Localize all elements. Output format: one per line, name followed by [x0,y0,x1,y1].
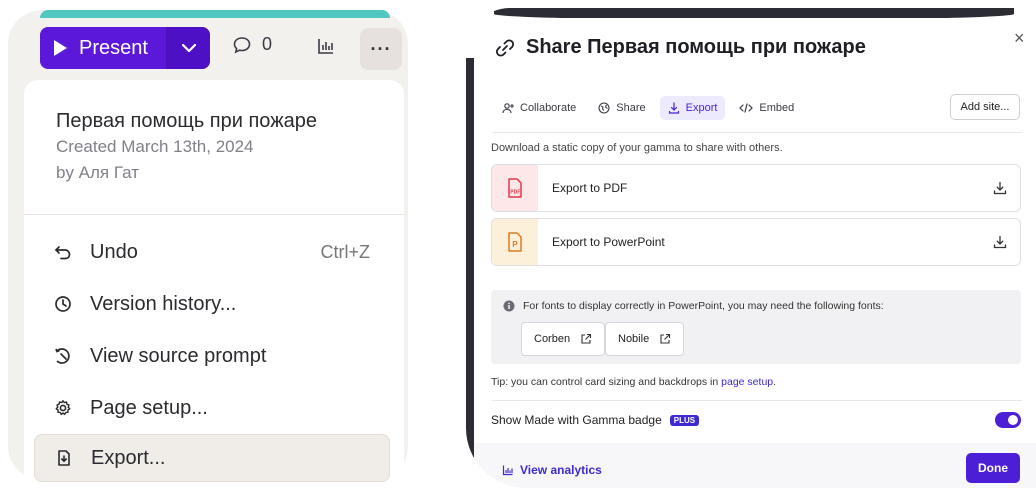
export-powerpoint-row[interactable]: P Export to PowerPoint [491,218,1021,266]
add-site-button[interactable]: Add site... [950,94,1020,120]
divider [492,132,1022,133]
external-link-icon [581,333,592,344]
present-label: Present [79,36,148,59]
export-file-icon [53,449,75,467]
add-user-icon [502,103,514,114]
fonts-notice: For fonts to display correctly in PowerP… [491,290,1021,364]
dialog-footer: View analytics Done [474,443,1036,488]
tip-prefix: Tip: you can control card sizing and bac… [491,376,722,388]
document-title: Первая помощь при пожаре [56,110,317,132]
more-button[interactable]: ··· [360,28,402,70]
menu-item-undo[interactable]: Undo Ctrl+Z [34,228,390,276]
tab-label: Collaborate [520,102,577,114]
document-menu: Первая помощь при пожаре Created March 1… [24,80,404,488]
tip-suffix: . [773,376,777,388]
gamma-badge-setting: Show Made with Gamma badge PLUS [491,412,1021,428]
tab-collaborate[interactable]: Collaborate [494,96,584,120]
left-panel: Present 0 ··· Первая помощь при пожаре C… [0,0,420,488]
svg-text:PDF: PDF [510,190,520,196]
document-created-date: Created March 13th, 2024 [56,137,254,156]
globe-icon [598,102,610,114]
share-dialog: Share Первая помощь при пожаре × Collabo… [474,18,1036,488]
view-analytics-label: View analytics [520,463,602,477]
font-name: Nobile [618,333,650,345]
pdf-file-icon: PDF [508,178,522,198]
download-icon [980,181,1020,195]
export-powerpoint-label: Export to PowerPoint [552,235,665,249]
undo-icon [52,243,74,261]
backdrop-edge-left [466,58,474,458]
comments-button[interactable]: 0 [232,34,272,55]
history-wand-icon [52,347,74,365]
download-icon [980,235,1020,249]
more-icon: ··· [370,38,392,59]
toolbar: Present 0 ··· [0,24,420,72]
menu-item-export[interactable]: Export... [34,434,390,482]
menu-divider [24,214,404,215]
badge-label: Show Made with Gamma badge [491,413,662,427]
share-modal: Share Первая помощь при пожаре × Collabo… [466,8,1036,488]
gear-icon [52,399,74,417]
menu-item-label: View source prompt [90,344,267,367]
document-info: Первая помощь при пожаре Created March 1… [56,108,317,186]
tab-share[interactable]: Share [590,96,653,120]
done-button[interactable]: Done [966,453,1020,483]
card-accent-strip [40,10,390,18]
menu-item-label: Export... [91,446,166,469]
play-icon [54,40,67,56]
present-main[interactable]: Present [40,27,166,69]
svg-text:P: P [512,240,518,249]
menu-item-label: Undo [90,240,138,263]
comment-count: 0 [262,34,273,54]
tab-embed[interactable]: Embed [731,96,802,120]
powerpoint-file-icon: P [508,232,522,252]
code-icon [739,103,754,113]
present-dropdown-button[interactable] [167,27,210,69]
fonts-note-text: For fonts to display correctly in PowerP… [523,300,884,312]
tab-export[interactable]: Export [659,96,726,120]
chevron-down-icon [181,43,196,53]
font-link-corben[interactable]: Corben [521,322,606,356]
tip-text: Tip: you can control card sizing and bac… [491,376,776,388]
export-pdf-row[interactable]: PDF Export to PDF [491,164,1021,212]
clock-icon [52,295,74,313]
badge-toggle[interactable] [995,412,1021,428]
pdf-icon-cell: PDF [492,165,538,211]
font-name: Corben [534,333,571,345]
powerpoint-icon-cell: P [492,219,538,265]
info-icon [503,300,515,312]
menu-item-label: Page setup... [90,396,208,419]
dialog-title: Share Первая помощь при пожаре [494,36,866,59]
menu-item-view-source-prompt[interactable]: View source prompt [34,332,390,380]
analytics-icon[interactable] [316,36,336,61]
menu-item-version-history[interactable]: Version history... [34,280,390,328]
analytics-icon [502,465,513,476]
view-analytics-button[interactable]: View analytics [502,463,602,477]
plus-badge: PLUS [669,414,700,426]
undo-shortcut: Ctrl+Z [320,241,371,262]
export-description: Download a static copy of your gamma to … [491,142,783,154]
export-pdf-label: Export to PDF [552,181,628,195]
menu-item-label: Version history... [90,292,237,315]
close-button[interactable]: × [1014,28,1025,49]
share-tabs: Collaborate Share Export Embed [494,96,802,120]
tab-label: Share [616,102,646,114]
divider [492,400,1022,401]
tab-label: Export [685,102,718,114]
download-icon [668,102,679,114]
comment-icon [233,36,251,53]
document-author: by Аля Гат [56,163,139,182]
page-setup-link[interactable]: page setup [721,376,773,388]
dialog-title-text: Share Первая помощь при пожаре [526,36,866,58]
tab-label: Embed [759,102,795,114]
present-button[interactable]: Present [40,27,210,69]
fonts-note: For fonts to display correctly in PowerP… [503,300,884,312]
toggle-knob [1008,415,1018,425]
font-link-nobile[interactable]: Nobile [605,322,685,356]
external-link-icon [660,333,671,344]
link-icon [495,38,515,57]
menu-item-page-setup[interactable]: Page setup... [34,384,390,432]
